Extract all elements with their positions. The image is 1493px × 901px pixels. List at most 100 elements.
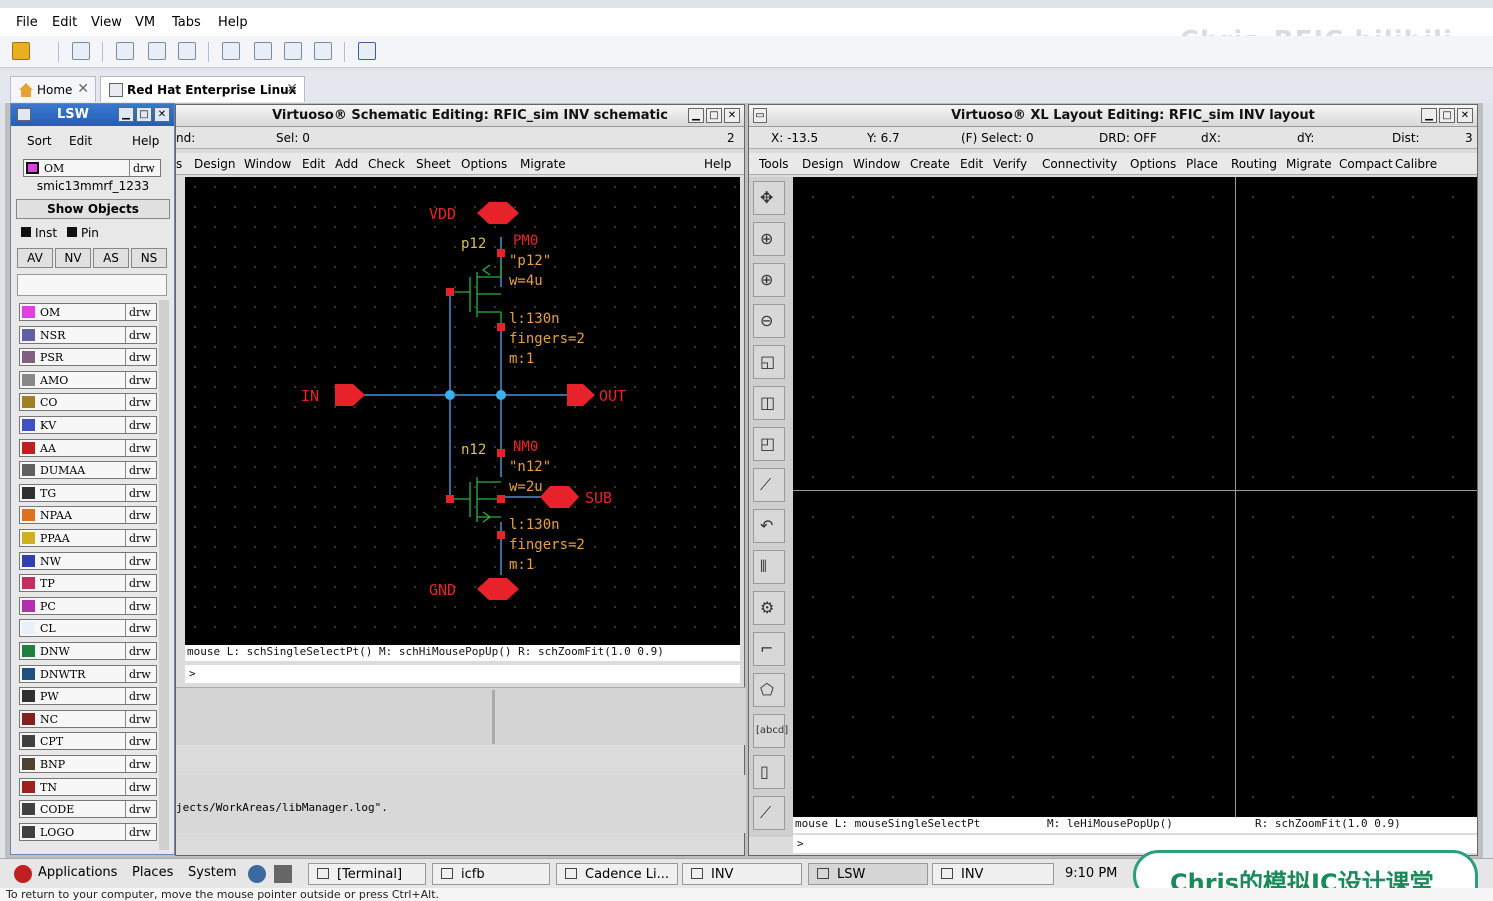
- lsw-menu-edit[interactable]: Edit: [69, 134, 92, 148]
- menu-routing[interactable]: Routing: [1231, 157, 1277, 171]
- close-icon[interactable]: ✕: [286, 81, 298, 97]
- layer-scrollbar[interactable]: [159, 300, 169, 850]
- layer-filter-input[interactable]: [17, 274, 167, 296]
- maximize-button[interactable]: □: [136, 107, 152, 122]
- menu-compact[interactable]: Compact: [1339, 157, 1393, 171]
- layer-row-dnwtr[interactable]: DNWTR drw: [19, 664, 157, 683]
- pause-icon[interactable]: [12, 42, 30, 60]
- layer-row-nw[interactable]: NW drw: [19, 551, 157, 570]
- layer-row-cl[interactable]: CL drw: [19, 619, 157, 638]
- layer-row-ppaa[interactable]: PPAA drw: [19, 529, 157, 547]
- layer-row-cpt[interactable]: CPT drw: [19, 732, 157, 751]
- send-keys-icon[interactable]: [72, 42, 90, 60]
- menu-verify[interactable]: Verify: [993, 157, 1027, 171]
- label-icon[interactable]: [abcd]: [753, 714, 788, 748]
- layer-row-amo[interactable]: AMO drw: [19, 370, 157, 389]
- layer-row-pw[interactable]: PW drw: [19, 687, 157, 706]
- as-button[interactable]: AS: [93, 248, 129, 268]
- unity-icon[interactable]: [314, 42, 332, 60]
- layer-row-logo[interactable]: LOGO drw: [19, 822, 157, 841]
- menu-tools[interactable]: s: [176, 157, 182, 171]
- wire-icon[interactable]: ⌐: [753, 632, 785, 666]
- copy-icon[interactable]: ◫: [753, 386, 785, 420]
- snapshot-manager-icon[interactable]: [178, 42, 196, 60]
- schematic-canvas[interactable]: VDD GND IN OUT SUB p12 PM0 "p12" w=4u l:…: [185, 177, 740, 645]
- layer-row-nc[interactable]: NC drw: [19, 709, 157, 728]
- browser-icon[interactable]: [248, 865, 266, 883]
- path-icon[interactable]: ⫴: [753, 550, 785, 584]
- applications-menu[interactable]: Applications: [38, 865, 117, 880]
- vm-menu-view[interactable]: View: [91, 15, 122, 30]
- lsw-menu-help[interactable]: Help: [132, 134, 159, 148]
- pin-checkbox[interactable]: Pin: [67, 226, 99, 240]
- tab-home[interactable]: Home ✕: [10, 76, 96, 102]
- menu-tools[interactable]: Tools: [759, 157, 789, 171]
- layer-row-dumaa[interactable]: DUMAA drw: [19, 461, 157, 480]
- lsw-menu-sort[interactable]: Sort: [27, 134, 52, 148]
- window-menu-button[interactable]: [17, 108, 31, 121]
- window-menu-button[interactable]: ▭: [753, 108, 767, 123]
- zoom-in-icon[interactable]: ⊕: [753, 263, 785, 297]
- vm-menu-vm[interactable]: VM: [135, 15, 155, 30]
- layer-row-psr[interactable]: PSR drw: [19, 348, 157, 367]
- menu-edit[interactable]: Edit: [302, 157, 325, 171]
- vm-menu-file[interactable]: File: [16, 15, 38, 30]
- layer-row-tg[interactable]: TG drw: [19, 483, 157, 502]
- maximize-button[interactable]: □: [706, 108, 722, 123]
- menu-edit[interactable]: Edit: [960, 157, 983, 171]
- stretch-icon[interactable]: ◱: [753, 345, 785, 379]
- measure-icon[interactable]: ⟋: [753, 796, 785, 830]
- vm-menu-help[interactable]: Help: [218, 15, 248, 30]
- menu-window[interactable]: Window: [244, 157, 291, 171]
- av-button[interactable]: AV: [17, 248, 53, 268]
- menu-add[interactable]: Add: [335, 157, 358, 171]
- layer-row-aa[interactable]: AA drw: [19, 438, 157, 457]
- menu-options[interactable]: Options: [461, 157, 507, 171]
- vm-menu-edit[interactable]: Edit: [52, 15, 77, 30]
- places-menu[interactable]: Places: [132, 865, 173, 880]
- menu-connectivity[interactable]: Connectivity: [1042, 157, 1117, 171]
- polygon-icon[interactable]: ⬠: [753, 673, 785, 707]
- thumbnail-icon[interactable]: [254, 42, 272, 60]
- move-icon[interactable]: ◰: [753, 427, 785, 461]
- console-view-icon[interactable]: [358, 42, 376, 60]
- revert-icon[interactable]: [148, 42, 166, 60]
- menu-migrate[interactable]: Migrate: [1286, 157, 1332, 171]
- layer-row-kv[interactable]: KV drw: [19, 416, 157, 434]
- task-inv-layout[interactable]: INV: [932, 863, 1054, 885]
- inst-checkbox[interactable]: Inst: [21, 226, 57, 240]
- menu-place[interactable]: Place: [1186, 157, 1218, 171]
- ns-button[interactable]: NS: [131, 248, 167, 268]
- menu-window[interactable]: Window: [853, 157, 900, 171]
- layout-canvas[interactable]: [793, 177, 1477, 817]
- minimize-button[interactable]: ▁: [118, 107, 134, 122]
- layer-row-dnw[interactable]: DNW drw: [19, 642, 157, 660]
- menu-check[interactable]: Check: [368, 157, 405, 171]
- menu-design[interactable]: Design: [802, 157, 843, 171]
- show-objects-button[interactable]: Show Objects: [16, 199, 170, 219]
- minimize-button[interactable]: ▁: [1421, 108, 1437, 123]
- rectangle-icon[interactable]: ▯: [753, 755, 785, 789]
- tab-redhat[interactable]: Red Hat Enterprise Linux ...✕: [100, 76, 305, 111]
- layer-row-pc[interactable]: PC drw: [19, 596, 157, 615]
- layer-row-co[interactable]: CO drw: [19, 393, 157, 412]
- task-terminal[interactable]: [Terminal]: [308, 863, 426, 885]
- layer-row-tn[interactable]: TN drw: [19, 777, 157, 796]
- menu-design[interactable]: Design: [194, 157, 235, 171]
- task-cadence-library[interactable]: Cadence Li...: [556, 863, 678, 885]
- zoom-fit-icon[interactable]: ⊕: [753, 222, 785, 256]
- task-lsw[interactable]: LSW: [808, 863, 928, 885]
- layer-row-bnp[interactable]: BNP drw: [19, 755, 157, 773]
- via-icon[interactable]: ⚙: [753, 591, 785, 625]
- menu-options[interactable]: Options: [1130, 157, 1176, 171]
- layer-row-code[interactable]: CODE drw: [19, 800, 157, 819]
- close-button[interactable]: ✕: [724, 108, 740, 123]
- layer-row-npaa[interactable]: NPAA drw: [19, 506, 157, 525]
- close-button[interactable]: ✕: [154, 107, 170, 122]
- vm-menu-tabs[interactable]: Tabs: [172, 15, 201, 30]
- menu-calibre[interactable]: Calibre: [1395, 157, 1437, 171]
- layer-row-om[interactable]: OM drw: [19, 303, 157, 321]
- maximize-button[interactable]: □: [1439, 108, 1455, 123]
- system-menu[interactable]: System: [188, 865, 236, 880]
- menu-help[interactable]: Help: [704, 157, 731, 171]
